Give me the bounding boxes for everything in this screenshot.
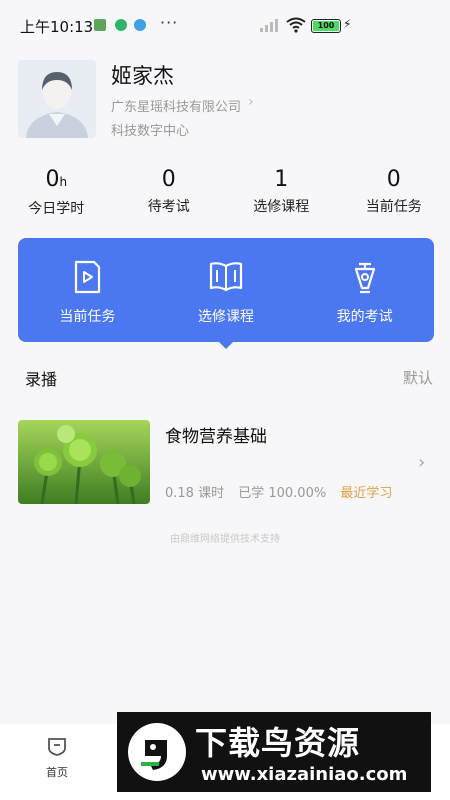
status-time: 上午10:13 <box>20 18 94 36</box>
shield-icon <box>115 19 127 31</box>
company-name[interactable]: 广东星瑶科技有限公司 <box>111 96 241 115</box>
app-notification-icon <box>94 19 106 31</box>
card-label: 选修课程 <box>198 309 254 325</box>
course-hours: 0.18 课时 <box>165 486 225 501</box>
active-indicator <box>219 342 233 349</box>
signal-icon <box>260 19 278 32</box>
profile-section: 姬家杰 广东星瑶科技有限公司 › 科技数字中心 <box>0 52 450 162</box>
stat-elective-courses[interactable]: 1 选修课程 <box>225 166 338 222</box>
watermark-title: 下载鸟资源 <box>195 724 361 762</box>
battery-icon: 100 <box>311 19 341 33</box>
home-icon <box>48 738 66 756</box>
chevron-right-icon[interactable]: › <box>418 452 425 473</box>
default-avatar-icon <box>18 60 96 138</box>
course-meta: 0.18 课时 已学 100.00% 最近学习 <box>165 482 402 501</box>
charging-icon: ⚡ <box>343 17 352 31</box>
watermark-url: www.xiazainiao.com <box>201 764 408 785</box>
battery-level: 100 <box>313 21 339 31</box>
current-tasks-button[interactable]: 当前任务 <box>18 238 157 342</box>
section-title: 录播 <box>25 370 58 389</box>
stat-current-tasks[interactable]: 0 当前任务 <box>338 166 450 222</box>
stat-pending-exams[interactable]: 0 待考试 <box>113 166 226 222</box>
wifi-icon <box>286 17 306 33</box>
stat-label: 选修课程 <box>253 199 310 215</box>
support-text: 由鼎维网络提供技术支持 <box>170 534 280 545</box>
chevron-right-icon[interactable]: › <box>248 94 254 110</box>
bird-logo-icon <box>128 723 186 781</box>
course-progress: 已学 100.00% <box>238 486 327 501</box>
action-card: 当前任务 选修课程 我的考试 <box>18 238 434 342</box>
green-flower-image <box>18 420 150 504</box>
stat-label: 今日学时 <box>28 201 85 217</box>
sort-selector[interactable]: 默认 <box>403 367 433 388</box>
card-label: 当前任务 <box>59 309 116 325</box>
department-name: 科技数字中心 <box>111 124 190 139</box>
stat-value: 0 <box>386 167 401 192</box>
card-label: 我的考试 <box>336 309 393 325</box>
stat-study-hours[interactable]: 0h 今日学时 <box>0 166 113 222</box>
tab-label: 首页 <box>46 766 68 779</box>
watermark: 下载鸟资源 www.xiazainiao.com <box>117 712 431 792</box>
cloud-icon <box>134 19 146 31</box>
course-item[interactable]: 食物营养基础 0.18 课时 已学 100.00% 最近学习 › <box>0 410 450 520</box>
stat-label: 待考试 <box>147 199 190 215</box>
user-name: 姬家杰 <box>111 64 174 88</box>
stat-label: 当前任务 <box>365 199 422 215</box>
status-bar: 上午10:13 ··· 100 ⚡ <box>0 0 450 52</box>
my-exams-button[interactable]: 我的考试 <box>295 238 434 342</box>
elective-courses-button[interactable]: 选修课程 <box>157 238 296 342</box>
play-document-icon <box>75 260 101 294</box>
stat-value: 1 <box>274 167 289 192</box>
recent-study-badge: 最近学习 <box>340 486 393 501</box>
stat-value: 0h <box>45 167 68 192</box>
tab-home[interactable]: 首页 <box>32 736 82 780</box>
course-title: 食物营养基础 <box>165 427 267 447</box>
more-icon: ··· <box>160 13 179 32</box>
open-book-icon <box>209 262 243 292</box>
stat-unit: h <box>59 175 68 189</box>
stats-row: 0h 今日学时 0 待考试 1 选修课程 0 当前任务 <box>0 166 450 222</box>
avatar[interactable] <box>18 60 96 138</box>
course-thumbnail <box>18 420 150 504</box>
stat-value: 0 <box>161 167 176 192</box>
pen-nib-icon <box>354 262 375 294</box>
